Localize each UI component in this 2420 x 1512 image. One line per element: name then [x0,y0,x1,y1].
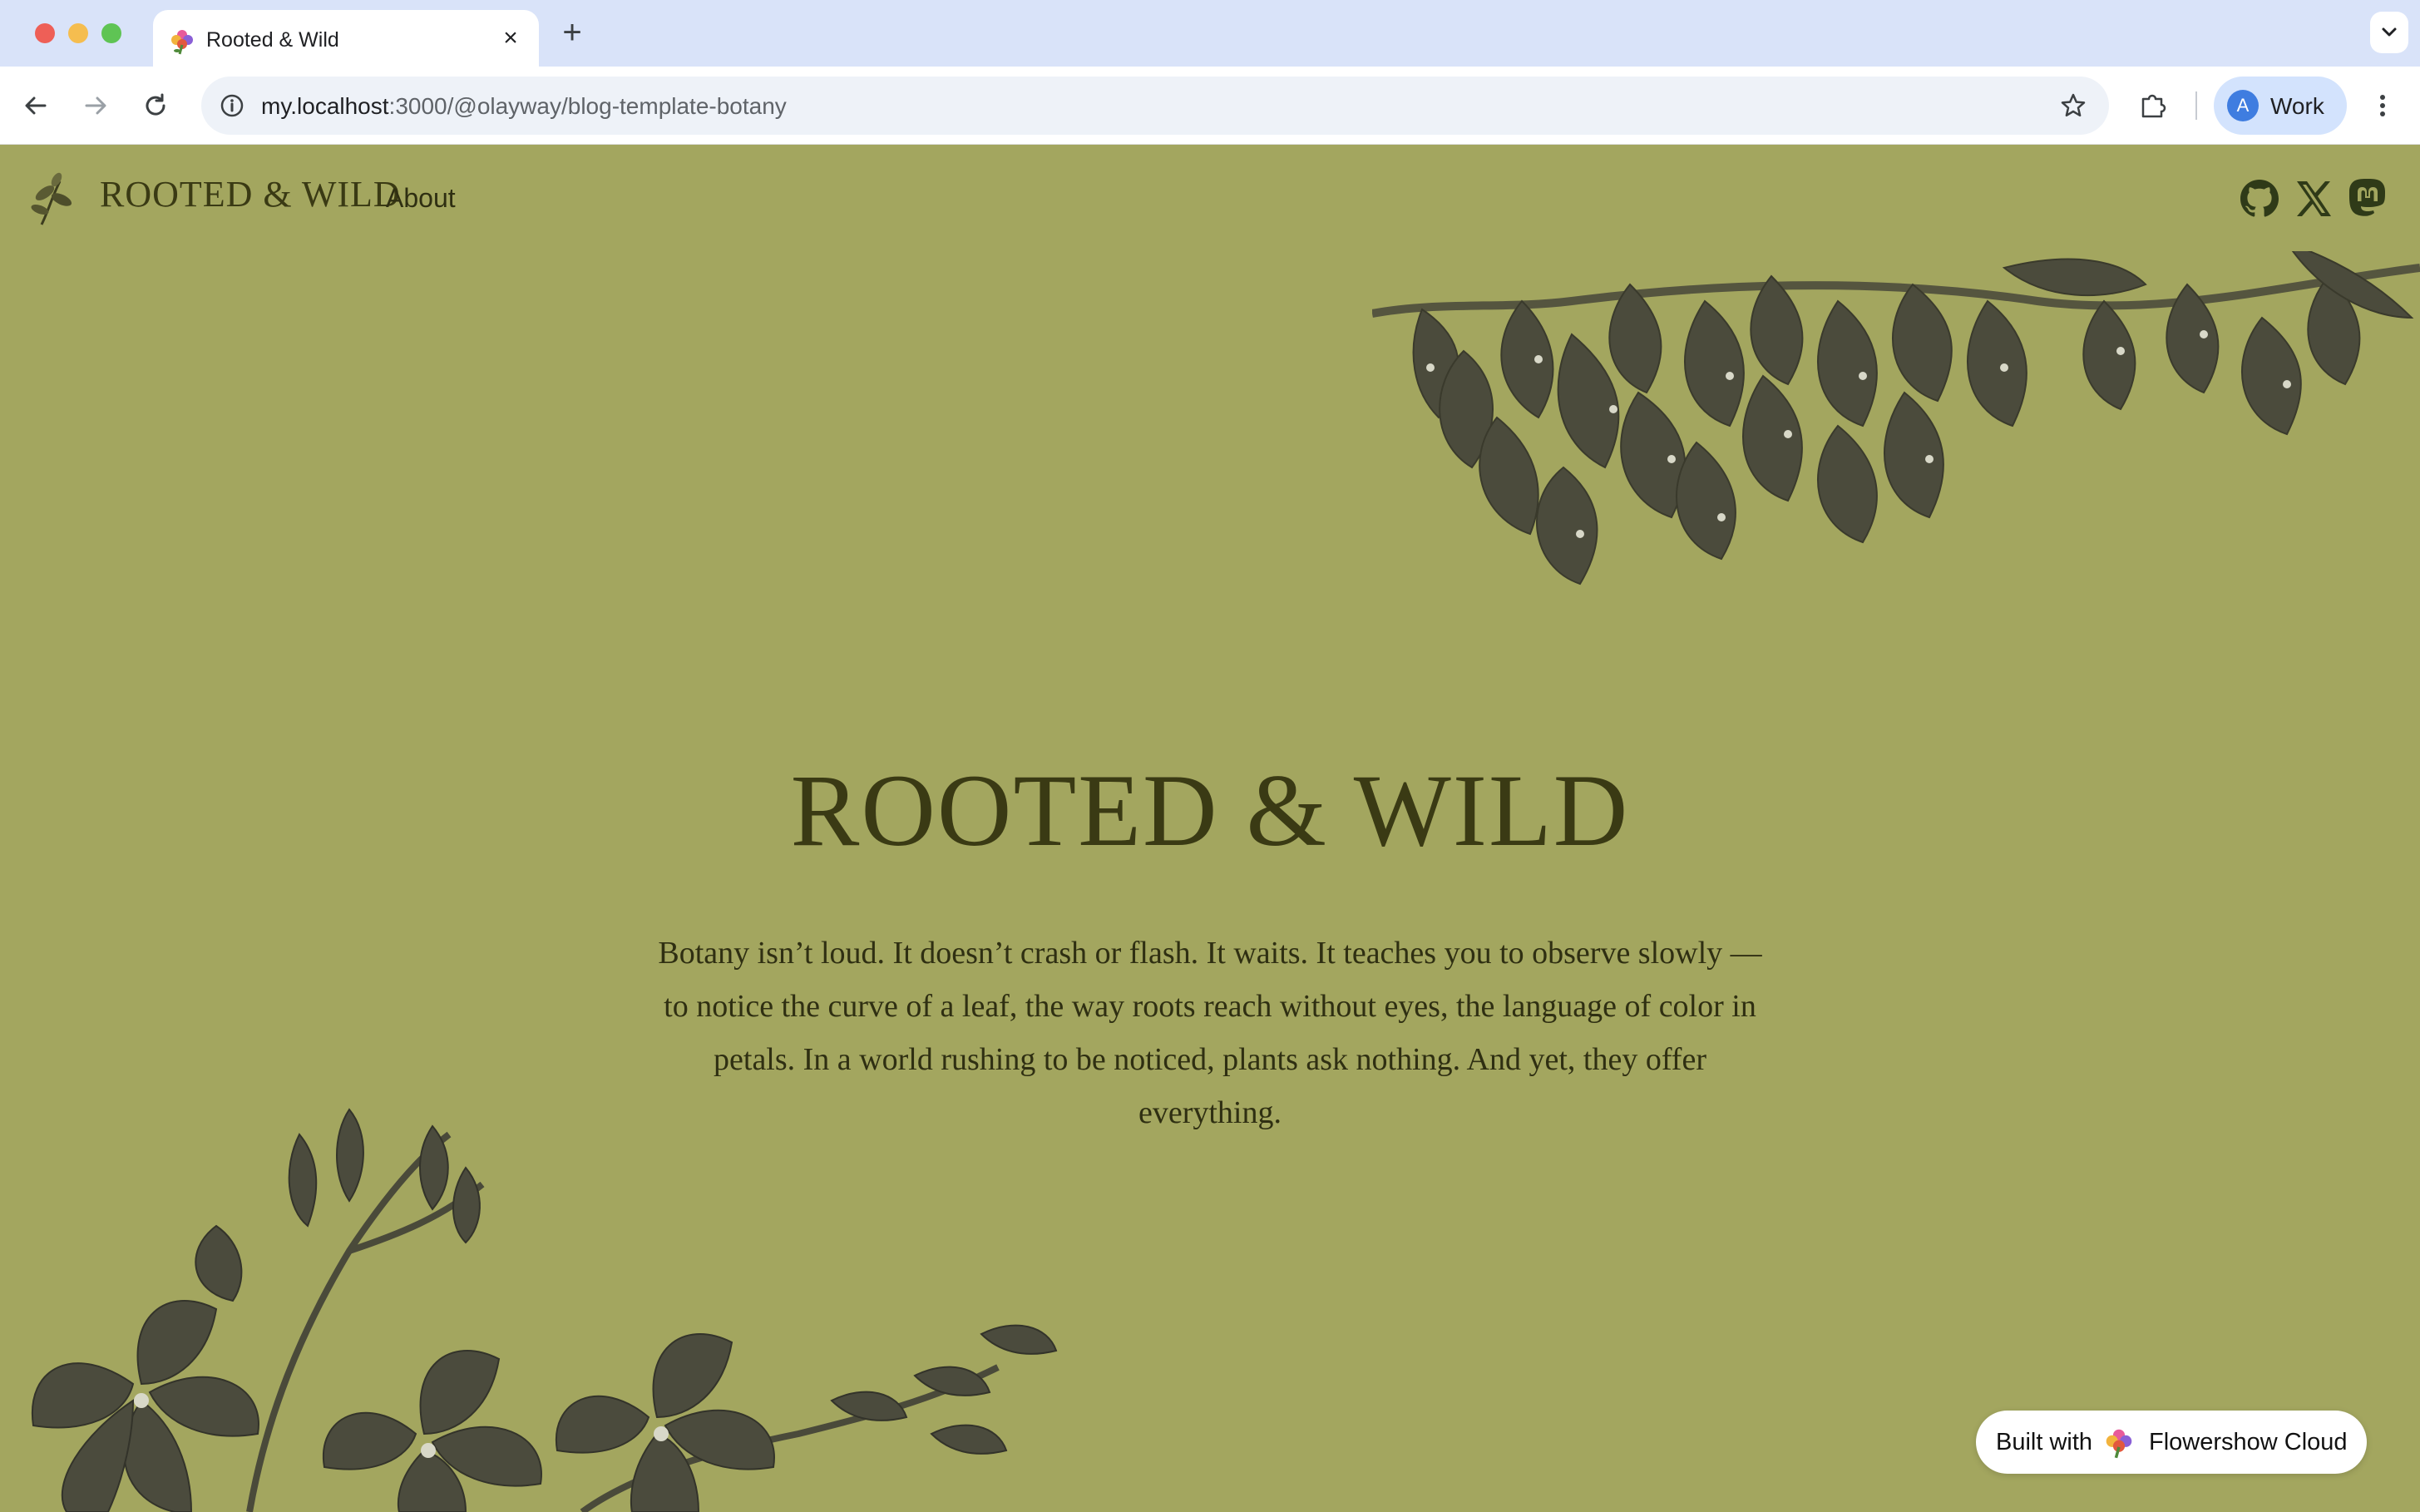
url-text[interactable]: my.localhost:3000/@olayway/blog-template… [261,93,787,120]
profile-button[interactable]: A Work [2214,77,2347,135]
close-window-button[interactable] [35,23,55,43]
flower-icon [171,30,193,55]
extensions-button[interactable] [2134,86,2172,125]
browser-menu-button[interactable] [2363,86,2402,125]
new-tab-button[interactable]: + [556,16,589,50]
browser-toolbar: my.localhost:3000/@olayway/blog-template… [0,67,2420,145]
site-info-button[interactable] [213,86,251,125]
address-bar[interactable]: my.localhost:3000/@olayway/blog-template… [201,77,2109,135]
toolbar-separator [2195,91,2197,120]
tab-search-button[interactable] [2370,12,2408,53]
minimize-window-button[interactable] [68,23,88,43]
flower-icon [2106,1429,2132,1459]
built-with-label: Built with [1996,1429,2093,1455]
browser-tab[interactable]: Rooted & Wild × [153,10,539,67]
built-with-badge[interactable]: Built with Flowershow Cloud [1976,1411,2367,1474]
orchid-illustration [31,1108,1058,1512]
close-tab-icon[interactable]: × [496,23,526,53]
bookmark-button[interactable] [2054,86,2092,125]
arrow-left-icon [25,96,47,115]
hero-title: ROOTED & WILD [790,754,1630,867]
reload-button[interactable] [136,86,175,125]
back-button[interactable] [17,86,55,125]
reload-icon [146,93,165,116]
page-content: ROOTED & WILD About ROOTED & WILD Botany… [0,145,2420,1512]
kebab-menu-icon [2380,95,2385,116]
url-path: :3000/@olayway/blog-template-botany [388,93,787,119]
chevron-down-icon [2382,27,2397,37]
site-name[interactable]: ROOTED & WILD [100,173,401,215]
forward-button[interactable] [77,86,115,125]
info-icon [220,94,244,117]
arrow-right-icon [85,96,106,115]
tab-title: Rooted & Wild [206,28,339,52]
puzzle-icon [2141,94,2166,118]
x-icon[interactable] [2291,176,2336,221]
site-logo[interactable] [23,170,81,228]
nav-about-link[interactable]: About [386,183,456,214]
profile-label: Work [2270,93,2324,119]
browser-tab-bar: Rooted & Wild × + [0,0,2420,67]
star-icon [2061,93,2086,117]
flowershow-brand: Flowershow Cloud [2149,1429,2348,1455]
github-icon[interactable] [2237,176,2282,221]
mastodon-icon[interactable] [2345,176,2390,221]
url-host: my.localhost [261,93,389,119]
avatar: A [2227,90,2259,121]
foliage-illustration [1372,251,2420,586]
maximize-window-button[interactable] [101,23,121,43]
